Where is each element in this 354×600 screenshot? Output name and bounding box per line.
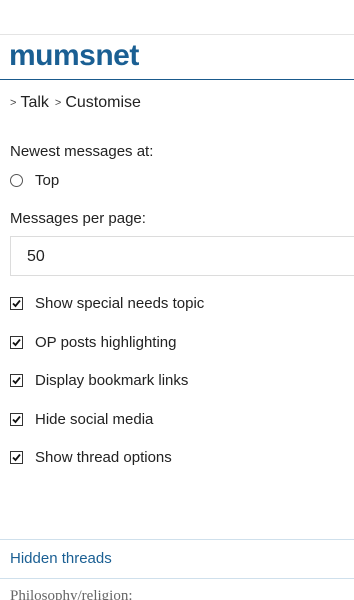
checkmark-icon — [12, 415, 21, 424]
option-label: Hide social media — [35, 411, 154, 428]
radio-top-label: Top — [35, 172, 60, 189]
option-label: Show thread options — [35, 449, 172, 466]
top-bar — [0, 0, 354, 35]
checkbox[interactable] — [10, 374, 23, 387]
hidden-threads-link[interactable]: Hidden threads — [10, 550, 112, 567]
messages-per-page-value: 50 — [27, 248, 45, 265]
option-show-thread-options[interactable]: Show thread options — [10, 449, 172, 466]
radio-top-option[interactable]: Top — [10, 172, 59, 189]
option-label: Display bookmark links — [35, 372, 189, 389]
messages-per-page-label: Messages per page: — [10, 210, 146, 227]
checkmark-icon — [12, 453, 21, 462]
checkbox[interactable] — [10, 297, 23, 310]
checkbox[interactable] — [10, 336, 23, 349]
checkbox[interactable] — [10, 451, 23, 464]
breadcrumb: > Talk > Customise — [10, 94, 141, 112]
checkmark-icon — [12, 376, 21, 385]
chevron-right-icon: > — [54, 97, 62, 109]
chevron-right-icon: > — [10, 97, 17, 109]
newest-messages-label: Newest messages at: — [10, 143, 154, 160]
philosophy-religion-label: Philosophy/religion: — [10, 588, 133, 600]
messages-per-page-select[interactable]: 50 — [10, 236, 354, 276]
option-show-special-needs[interactable]: Show special needs topic — [10, 295, 204, 312]
option-display-bookmark-links[interactable]: Display bookmark links — [10, 372, 188, 389]
option-label: Show special needs topic — [35, 295, 205, 312]
radio-button[interactable] — [10, 174, 23, 187]
mumsnet-logo[interactable]: mumsnet — [9, 39, 139, 73]
header: mumsnet — [0, 34, 354, 80]
checkbox[interactable] — [10, 413, 23, 426]
option-label: OP posts highlighting — [35, 334, 177, 351]
checkmark-icon — [12, 338, 21, 347]
hidden-threads-section: Hidden threads — [0, 539, 354, 579]
option-hide-social-media[interactable]: Hide social media — [10, 411, 153, 428]
breadcrumb-talk-link[interactable]: Talk — [20, 94, 48, 112]
breadcrumb-current: Customise — [65, 94, 141, 111]
option-op-posts-highlighting[interactable]: OP posts highlighting — [10, 334, 176, 351]
checkmark-icon — [12, 299, 21, 308]
page: mumsnet > Talk > Customise Newest messag… — [0, 0, 354, 600]
